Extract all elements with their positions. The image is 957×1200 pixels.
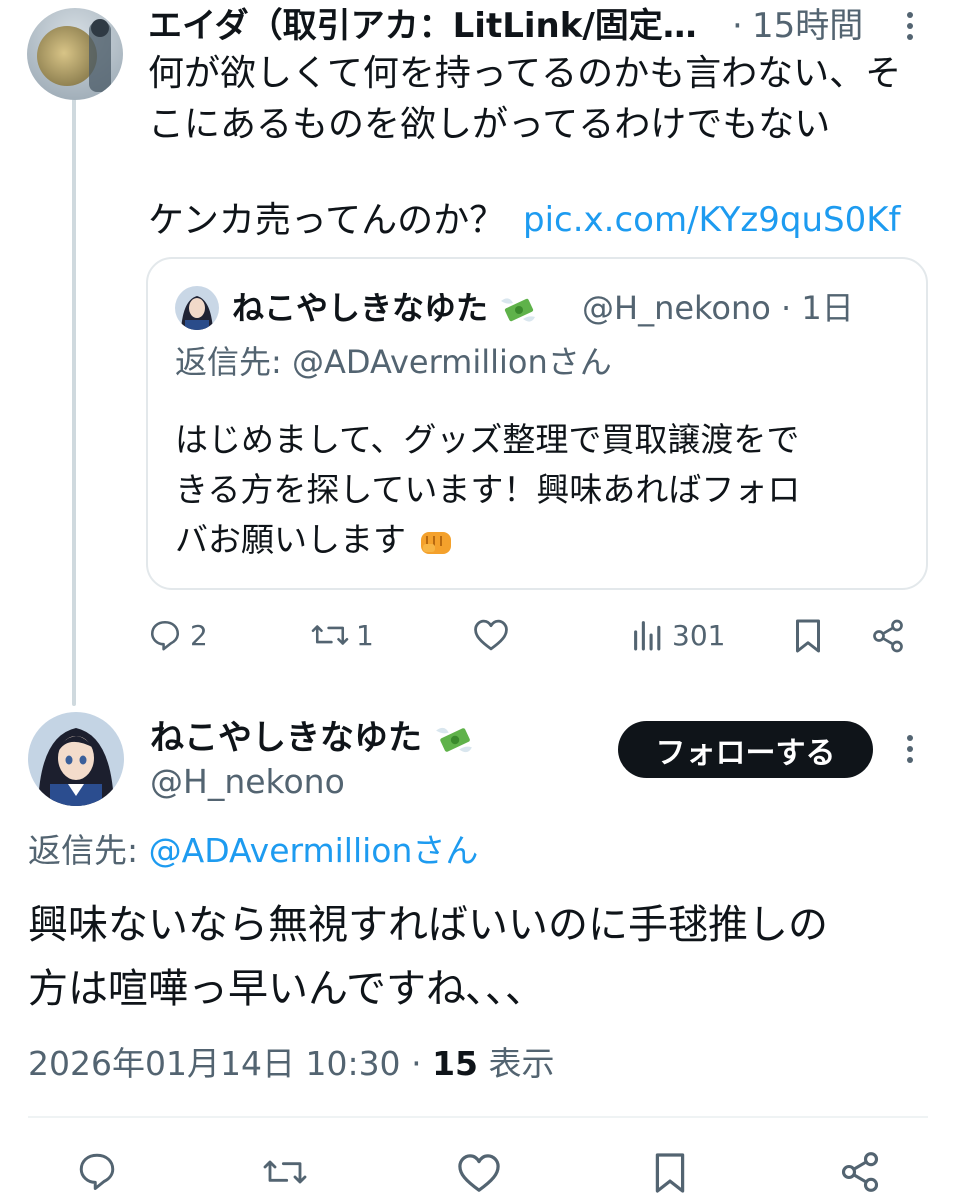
parent-bookmark-button[interactable] [793,618,823,654]
action-divider [28,1116,928,1118]
main-reply-prefix: 返信先: [28,831,139,870]
quote-text-line1: はじめまして、グッズ整理で買取譲渡をで [175,420,800,459]
parent-share-button[interactable] [870,618,906,654]
quote-handle: @H_nekono [582,289,771,327]
quote-reply-to: @ADAvermillionさん [291,343,612,381]
avatar-nekono[interactable] [28,712,124,806]
quote-timestamp: 1日 [801,289,854,327]
quote-display-name: ねこやしきなゆた [232,286,537,330]
parent-like-button[interactable] [472,618,510,652]
main-repost-button[interactable] [260,1152,310,1192]
main-display-name-text: ねこやしきなゆた [150,718,422,758]
parent-reply-count: 2 [190,618,208,652]
repost-icon [311,625,349,645]
bookmark-icon [655,1153,685,1193]
fist-emoji-icon [420,531,451,554]
parent-view-count: 301 [672,618,726,652]
quote-text-line3-text: バお願いします [175,520,406,559]
quote-text-line3: バお願いします [175,515,455,565]
main-more-icon[interactable] [907,735,913,763]
main-share-button[interactable] [838,1150,882,1194]
main-timestamp[interactable]: 2026年01月14日 10:30 [28,1044,401,1083]
main-display-name[interactable]: ねこやしきなゆた [150,716,474,760]
money-with-wings-icon [435,727,472,752]
quote-avatar [175,286,219,330]
money-with-wings-icon [501,298,536,322]
parent-repost-count: 1 [356,618,374,652]
quote-reply-context: 返信先: @ADAvermillionさん [175,340,612,384]
quote-separator: · [781,289,792,327]
reply-icon [79,1153,115,1190]
parent-text-line3: ケンカ売ってんのか？ [148,200,506,241]
parent-more-icon[interactable] [907,12,913,40]
main-view-label: 表示 [488,1044,555,1083]
thread-connector-line [72,98,76,706]
views-chart-icon [634,621,661,651]
avatar-ada[interactable] [27,8,123,100]
main-meta-row: 2026年01月14日 10:30 · 15 表示 [28,1042,555,1086]
main-reply-button[interactable] [76,1150,118,1192]
parent-time-separator: · [732,6,743,46]
avatar-moon-image [27,8,123,100]
parent-media-link[interactable]: pic.x.com/KYz9quS0Kf [523,195,900,246]
reply-icon [150,620,180,651]
quote-handle-time: @H_nekono · 1日 [582,286,854,330]
repost-icon [263,1160,307,1184]
main-meta-separator: · [411,1044,422,1083]
parent-repost-button[interactable]: 1 [310,618,374,652]
main-reply-to-link[interactable]: @ADAvermillionさん [149,831,479,870]
parent-reply-button[interactable]: 2 [148,618,208,652]
main-like-button[interactable] [456,1152,502,1194]
quote-display-name-text: ねこやしきなゆた [232,289,489,327]
main-text-line2: 方は喧嘩っ早いんですね､､､ [28,966,526,1012]
share-icon [841,1152,879,1192]
quote-avatar-image [175,286,219,330]
main-view-count: 15 [432,1044,478,1083]
quote-reply-prefix: 返信先: [175,343,282,381]
parent-display-name[interactable]: エイダ（取引アカ：LitLink/固定… [148,4,697,48]
main-text-line1: 興味ないなら無視すればいいのに手毬推しの [28,902,828,948]
bookmark-icon [796,619,820,653]
share-icon [873,619,903,653]
parent-timestamp[interactable]: 15時間 [752,4,863,48]
quote-text-line2: きる方を探しています！興味あればフォロ [175,470,801,509]
heart-icon [474,619,508,651]
parent-views-button[interactable]: 301 [632,618,725,652]
follow-button[interactable]: フォローする [618,721,873,778]
main-reply-context: 返信先: @ADAvermillionさん [28,829,478,873]
main-handle[interactable]: @H_nekono [150,760,345,804]
avatar-anime-girl-image [28,712,124,806]
parent-text-line2: こにあるものを欲しがってるわけでもない [148,104,831,145]
heart-icon [458,1154,500,1192]
main-bookmark-button[interactable] [652,1150,688,1196]
parent-text-line1: 何が欲しくて何を持ってるのかも言わない、そ [148,53,902,94]
